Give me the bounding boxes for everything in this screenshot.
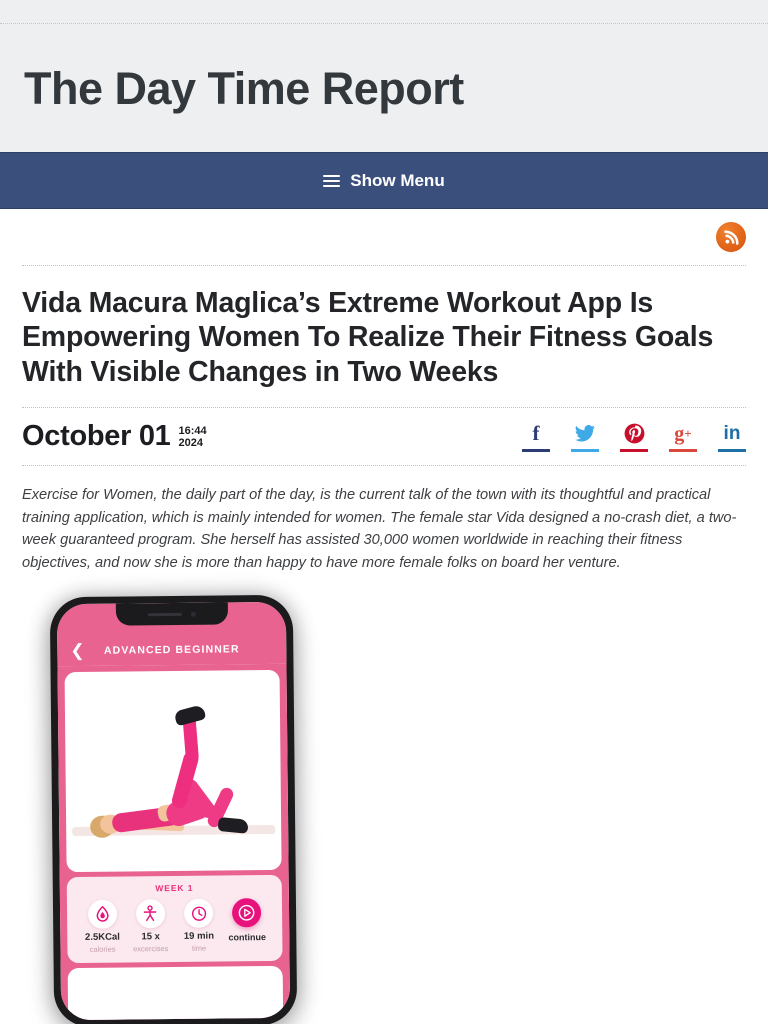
article-content: Vida Macura Maglica’s Extreme Workout Ap… bbox=[0, 209, 768, 1024]
continue-button[interactable]: continue bbox=[223, 898, 272, 943]
linkedin-icon: in bbox=[723, 423, 741, 445]
week-label: WEEK 1 bbox=[155, 883, 194, 894]
article-headline: Vida Macura Maglica’s Extreme Workout Ap… bbox=[22, 266, 746, 408]
top-strip bbox=[0, 0, 768, 24]
twitter-icon bbox=[574, 422, 596, 446]
subscribe-row bbox=[22, 209, 746, 266]
facebook-icon: f bbox=[532, 421, 540, 446]
phone-notch bbox=[115, 602, 228, 627]
phone-speaker bbox=[147, 612, 182, 617]
phone-camera bbox=[190, 611, 196, 617]
article-figure: ❮ ADVANCED BEGINNER WEEK 1 2.5KCal calor… bbox=[22, 586, 746, 1024]
publish-year: 2024 bbox=[178, 437, 203, 450]
play-icon bbox=[232, 898, 262, 928]
stat-exercises-label: excercises bbox=[133, 944, 169, 954]
workout-stats-panel: WEEK 1 2.5KCal calories 15 x excercises … bbox=[66, 875, 283, 964]
rss-icon[interactable] bbox=[716, 222, 746, 252]
main-navigation-bar: Show Menu bbox=[0, 152, 768, 209]
share-facebook-button[interactable]: f bbox=[522, 422, 550, 452]
exercise-illustration-card bbox=[64, 670, 282, 873]
stat-exercises[interactable]: 15 x excercises bbox=[126, 899, 175, 954]
site-title: The Day Time Report bbox=[24, 62, 464, 114]
publish-date: October 01 16:44 2024 bbox=[22, 422, 207, 451]
linkedin-underline bbox=[718, 448, 746, 452]
phone-screen: ❮ ADVANCED BEGINNER WEEK 1 2.5KCal calor… bbox=[56, 602, 291, 1021]
stat-calories-label: calories bbox=[89, 944, 116, 955]
share-linkedin-button[interactable]: in bbox=[718, 422, 746, 452]
share-pinterest-button[interactable] bbox=[620, 422, 648, 452]
flame-drop-icon bbox=[87, 900, 117, 930]
pinterest-icon bbox=[624, 422, 645, 446]
stat-calories-value: 2.5KCal bbox=[84, 931, 120, 944]
share-googleplus-button[interactable]: g + bbox=[669, 422, 697, 452]
masthead: The Day Time Report bbox=[0, 24, 768, 152]
phone-mockup: ❮ ADVANCED BEGINNER WEEK 1 2.5KCal calor… bbox=[49, 595, 298, 1024]
twitter-underline bbox=[571, 448, 599, 452]
publish-date-detail: 16:44 2024 bbox=[179, 425, 207, 452]
article-meta-row: October 01 16:44 2024 f g + in bbox=[22, 408, 746, 466]
clock-icon bbox=[184, 899, 214, 929]
next-workout-card[interactable] bbox=[67, 966, 284, 1021]
googleplus-icon: g + bbox=[674, 422, 692, 445]
stat-time-value: 19 min bbox=[183, 931, 215, 943]
share-twitter-button[interactable] bbox=[571, 422, 599, 452]
continue-label: continue bbox=[228, 932, 267, 943]
social-share-list: f g + in bbox=[522, 422, 746, 452]
app-body: WEEK 1 2.5KCal calories 15 x excercises … bbox=[57, 664, 291, 1021]
person-exercise-icon bbox=[135, 899, 166, 929]
stat-exercises-value: 15 x bbox=[141, 931, 160, 943]
facebook-underline bbox=[522, 448, 550, 452]
app-header-title: ADVANCED BEGINNER bbox=[103, 643, 240, 658]
chevron-left-icon[interactable]: ❮ bbox=[70, 641, 84, 660]
show-menu-label: Show Menu bbox=[350, 170, 445, 190]
hamburger-icon bbox=[323, 174, 341, 187]
show-menu-button[interactable]: Show Menu bbox=[323, 170, 445, 191]
pinterest-underline bbox=[620, 448, 648, 452]
stat-time[interactable]: 19 min time bbox=[174, 899, 223, 954]
stat-calories[interactable]: 2.5KCal calories bbox=[78, 900, 127, 955]
publish-date-day: October 01 bbox=[22, 420, 171, 453]
publish-time: 16:44 bbox=[178, 424, 207, 437]
article-lead-paragraph: Exercise for Women, the daily part of th… bbox=[22, 486, 737, 571]
stats-row: 2.5KCal calories 15 x excercises 19 min … bbox=[75, 898, 275, 954]
stat-time-label: time bbox=[191, 944, 207, 954]
googleplus-underline bbox=[669, 448, 697, 452]
